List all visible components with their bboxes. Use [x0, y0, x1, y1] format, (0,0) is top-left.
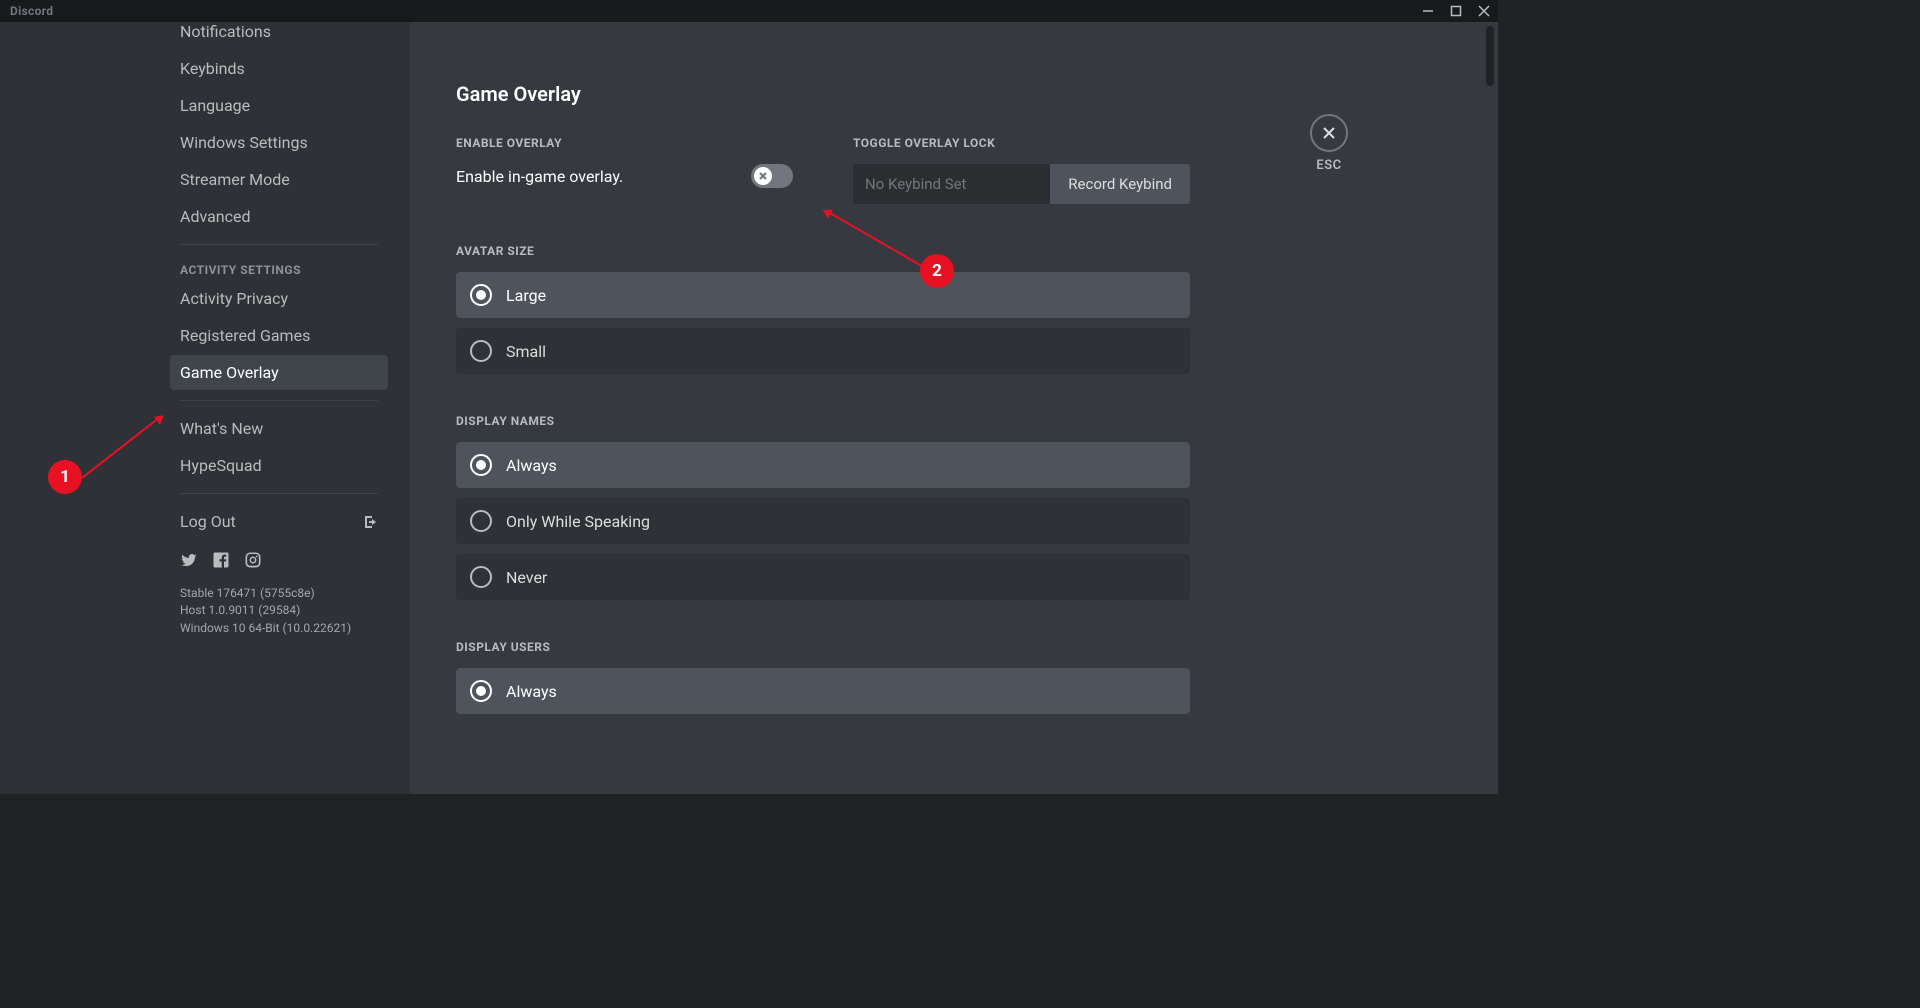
- minimize-button[interactable]: [1414, 0, 1442, 22]
- display-users-always[interactable]: Always: [456, 668, 1190, 714]
- close-settings-button[interactable]: [1310, 114, 1348, 152]
- sidebar-item-label: Language: [180, 96, 250, 115]
- sidebar-item-label: Notifications: [180, 22, 271, 41]
- sidebar-item-label: Registered Games: [180, 326, 310, 345]
- build-info: Stable 176471 (5755c8e) Host 1.0.9011 (2…: [170, 585, 388, 637]
- window-controls: [1414, 0, 1498, 22]
- app-brand: Discord: [10, 4, 53, 18]
- close-icon: [1478, 5, 1490, 17]
- scrollbar-thumb[interactable]: [1486, 26, 1494, 86]
- sidebar-item-windows-settings[interactable]: Windows Settings: [170, 125, 388, 160]
- record-keybind-label: Record Keybind: [1068, 175, 1172, 193]
- twitter-icon[interactable]: [180, 551, 198, 573]
- close-icon: [1320, 124, 1338, 142]
- sidebar-item-label: Windows Settings: [180, 133, 308, 152]
- sidebar-item-hypesquad[interactable]: HypeSquad: [170, 448, 388, 483]
- minimize-icon: [1422, 5, 1434, 17]
- radio-icon: [470, 510, 492, 532]
- sidebar-item-label: Game Overlay: [180, 363, 279, 382]
- logout-icon: [362, 514, 378, 530]
- enable-overlay-text: Enable in-game overlay.: [456, 167, 623, 186]
- radio-icon: [470, 680, 492, 702]
- display-users-header: Display Users: [456, 640, 1190, 654]
- maximize-button[interactable]: [1442, 0, 1470, 22]
- facebook-icon[interactable]: [212, 551, 230, 573]
- radio-label: Never: [506, 568, 547, 587]
- build-line: Host 1.0.9011 (29584): [180, 602, 378, 619]
- radio-label: Always: [506, 682, 557, 701]
- avatar-size-small[interactable]: Small: [456, 328, 1190, 374]
- sidebar-item-activity-privacy[interactable]: Activity Privacy: [170, 281, 388, 316]
- toggle-lock-header: Toggle Overlay Lock: [853, 136, 1190, 150]
- settings-sidebar: Notifications Keybinds Language Windows …: [0, 22, 410, 794]
- radio-icon: [470, 566, 492, 588]
- toggle-knob: [754, 167, 772, 185]
- sidebar-item-registered-games[interactable]: Registered Games: [170, 318, 388, 353]
- enable-overlay-toggle[interactable]: [751, 164, 793, 188]
- sidebar-divider: [180, 400, 378, 401]
- instagram-icon[interactable]: [244, 551, 262, 573]
- maximize-icon: [1450, 5, 1462, 17]
- radio-label: Only While Speaking: [506, 512, 650, 531]
- sidebar-item-label: Advanced: [180, 207, 251, 226]
- keybind-input[interactable]: No Keybind Set: [853, 164, 1050, 204]
- radio-label: Always: [506, 456, 557, 475]
- sidebar-item-advanced[interactable]: Advanced: [170, 199, 388, 234]
- keybind-placeholder: No Keybind Set: [865, 175, 966, 193]
- content-area: Game Overlay Enable Overlay Enable in-ga…: [410, 22, 1498, 794]
- display-names-header: Display Names: [456, 414, 1190, 428]
- sidebar-item-label: Log Out: [180, 512, 236, 531]
- sidebar-item-label: Streamer Mode: [180, 170, 290, 189]
- display-names-speaking[interactable]: Only While Speaking: [456, 498, 1190, 544]
- sidebar-item-label: What's New: [180, 419, 263, 438]
- sidebar-divider: [180, 493, 378, 494]
- sidebar-item-logout[interactable]: Log Out: [170, 504, 388, 539]
- sidebar-item-label: Keybinds: [180, 59, 245, 78]
- esc-label: ESC: [1310, 158, 1348, 173]
- sidebar-item-whats-new[interactable]: What's New: [170, 411, 388, 446]
- enable-overlay-header: Enable Overlay: [456, 136, 793, 150]
- sidebar-item-streamer-mode[interactable]: Streamer Mode: [170, 162, 388, 197]
- build-line: Stable 176471 (5755c8e): [180, 585, 378, 602]
- sidebar-item-game-overlay[interactable]: Game Overlay: [170, 355, 388, 390]
- display-names-never[interactable]: Never: [456, 554, 1190, 600]
- sidebar-item-language[interactable]: Language: [170, 88, 388, 123]
- record-keybind-button[interactable]: Record Keybind: [1050, 164, 1190, 204]
- radio-label: Small: [506, 342, 546, 361]
- avatar-size-large[interactable]: Large: [456, 272, 1190, 318]
- sidebar-item-keybinds[interactable]: Keybinds: [170, 51, 388, 86]
- page-title: Game Overlay: [456, 82, 1190, 106]
- avatar-size-header: Avatar Size: [456, 244, 1190, 258]
- radio-icon: [470, 340, 492, 362]
- social-links: [170, 541, 388, 585]
- title-bar: Discord: [0, 0, 1498, 22]
- sidebar-item-notifications[interactable]: Notifications: [170, 22, 388, 49]
- radio-icon: [470, 454, 492, 476]
- radio-icon: [470, 284, 492, 306]
- sidebar-divider: [180, 244, 378, 245]
- sidebar-header-activity: Activity Settings: [170, 255, 388, 281]
- esc-button-wrap: ESC: [1310, 114, 1348, 173]
- toggle-x-icon: [758, 171, 768, 181]
- sidebar-item-label: Activity Privacy: [180, 289, 288, 308]
- close-button[interactable]: [1470, 0, 1498, 22]
- radio-label: Large: [506, 286, 546, 305]
- sidebar-item-label: HypeSquad: [180, 456, 262, 475]
- build-line: Windows 10 64-Bit (10.0.22621): [180, 620, 378, 637]
- display-names-always[interactable]: Always: [456, 442, 1190, 488]
